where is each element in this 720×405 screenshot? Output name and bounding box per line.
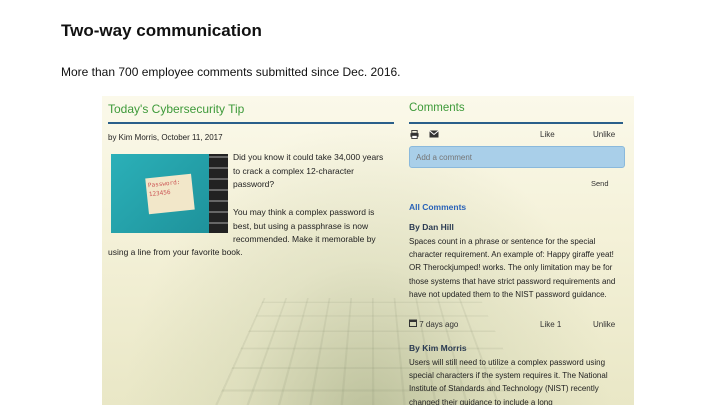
comment-field[interactable] [409, 146, 625, 168]
comment-body: Users will still need to utilize a compl… [409, 356, 623, 405]
tip-byline: by Kim Morris, October 11, 2017 [108, 133, 223, 142]
calendar-icon [409, 320, 419, 329]
mail-icon[interactable] [429, 130, 439, 140]
send-button[interactable]: Send [591, 179, 609, 188]
unlike-button[interactable]: Unlike [593, 130, 615, 139]
keyboard-graphic [209, 154, 228, 233]
slide-subtitle: More than 700 employee comments submitte… [61, 65, 401, 79]
comment-author: By Kim Morris [409, 343, 467, 353]
sticky-note: Password: 123456 [145, 174, 195, 215]
comments-divider [409, 122, 623, 124]
printer-icon[interactable] [410, 130, 419, 141]
comment-input[interactable] [410, 149, 622, 167]
tip-body-tail: using a line from your favorite book. [108, 247, 243, 257]
comment-like-button[interactable]: Like 1 [540, 320, 561, 329]
like-button[interactable]: Like [540, 130, 555, 139]
comment-timestamp: 7 days ago [409, 319, 458, 329]
slide-title: Two-way communication [61, 21, 262, 41]
embedded-screenshot: Today's Cybersecurity Tip by Kim Morris,… [102, 96, 634, 405]
tip-body-paragraph-1: Did you know it could take 34,000 years … [233, 151, 388, 192]
comments-heading: Comments [409, 102, 465, 114]
comment-body: Spaces count in a phrase or sentence for… [409, 235, 623, 301]
comment-age: 7 days ago [419, 320, 458, 329]
comment-unlike-button[interactable]: Unlike [593, 320, 615, 329]
comment-author: By Dan Hill [409, 222, 454, 232]
all-comments-link[interactable]: All Comments [409, 202, 466, 212]
tip-image: Password: 123456 [111, 154, 228, 233]
tip-heading: Today's Cybersecurity Tip [108, 102, 244, 116]
tip-divider [108, 122, 394, 124]
tip-body-paragraph-2: You may think a complex password is best… [233, 206, 388, 247]
